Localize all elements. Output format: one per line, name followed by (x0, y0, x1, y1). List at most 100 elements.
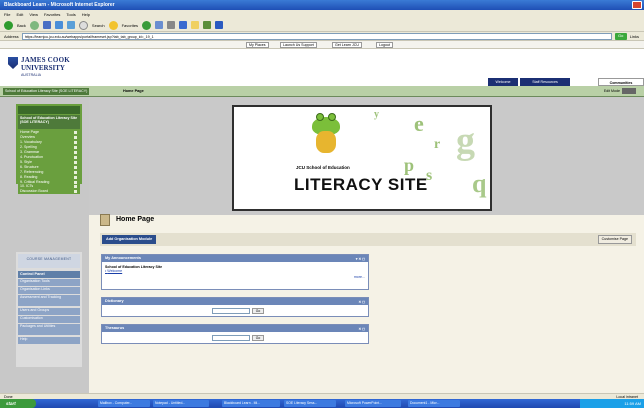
breadcrumb-course[interactable]: School of Education Literacy Site (SOE L… (3, 88, 90, 95)
menu-favorites[interactable]: Favorites (44, 12, 60, 17)
item-icon (74, 176, 77, 179)
go-button[interactable]: Go (614, 32, 627, 40)
tab-staff-resources[interactable]: Staff Resources (520, 78, 570, 86)
module-header: My Announcements ▾ ✕ ◻ (102, 255, 368, 262)
folder-icon[interactable] (191, 21, 200, 29)
taskbar-item[interactable]: Notepad - Untitled... (153, 400, 209, 407)
sidebar-item-label: 4. Punctuation (20, 155, 43, 159)
dictionary-input[interactable] (212, 308, 250, 314)
frog-body-icon (316, 131, 336, 153)
close-window-button[interactable] (632, 1, 642, 9)
forward-arrow-icon[interactable] (29, 20, 39, 30)
literacy-banner: e r p s g q y JCU School of Education LI… (232, 105, 492, 211)
item-icon (74, 161, 77, 164)
item-icon (74, 146, 77, 149)
taskbar-item[interactable]: Mailbox - Computer... (98, 400, 150, 407)
taskbar-item[interactable]: SOE Literacy Sess... (284, 400, 336, 407)
sidebar-item-label: Home Page (20, 130, 39, 134)
menu-file[interactable]: File (4, 12, 10, 17)
course-menu-title[interactable]: School of Education Literacy Site (SOE L… (18, 115, 80, 129)
control-panel-menu: COURSE MANAGEMENT Control Panel Organisa… (16, 252, 82, 367)
user-links-bar: My Places Launch Us Support Get Learn JC… (0, 41, 644, 49)
thesaurus-module: Thesaurus ✕ ◻ Go (101, 324, 369, 344)
history-icon[interactable] (142, 20, 152, 30)
my-places-link[interactable]: My Places (246, 42, 269, 48)
taskbar-item[interactable]: Microsoft PowerPoint... (345, 400, 401, 407)
taskbar-item[interactable]: Document1 - Micr... (408, 400, 460, 407)
print-icon[interactable] (167, 21, 176, 29)
mail-icon[interactable] (155, 21, 164, 29)
taskbar: start Mailbox - Computer... Notepad - Un… (0, 399, 644, 408)
menu-tools[interactable]: Tools (66, 12, 75, 17)
favorites-star-icon[interactable] (108, 20, 118, 30)
jcu-logo[interactable]: JAMES COOK UNIVERSITY AUSTRALIA (8, 55, 70, 81)
sidebar-item-label: Discussion Board (20, 189, 48, 193)
search-icon[interactable] (78, 20, 88, 30)
search-label[interactable]: Search (92, 23, 105, 28)
back-arrow-icon[interactable] (4, 20, 13, 30)
refresh-icon[interactable] (54, 21, 63, 29)
cp-item-customisation[interactable]: Customisation (18, 316, 80, 324)
cp-item-users-groups[interactable]: Users and Groups (18, 308, 80, 316)
back-label[interactable]: Back (17, 23, 26, 28)
course-management-heading: COURSE MANAGEMENT (18, 254, 80, 268)
menu-bar: File Edit View Favorites Tools Help (0, 10, 644, 19)
decor-letter-icon: g (456, 120, 475, 162)
announcement-link[interactable]: Welcome (107, 269, 122, 273)
start-button[interactable]: start (0, 399, 36, 408)
sidebar-item-label: 5. Style (20, 160, 32, 164)
cp-item-organisation-links[interactable]: Organisation Links (18, 287, 80, 295)
announcements-module: My Announcements ▾ ✕ ◻ School of Educatio… (101, 254, 369, 290)
launch-support-link[interactable]: Launch Us Support (280, 42, 317, 48)
item-icon (74, 190, 77, 193)
module-title: Dictionary (105, 299, 124, 303)
address-input[interactable]: https://learnjcu.jcu.edu.au/webapps/port… (21, 32, 612, 40)
tab-communities[interactable]: Communities (598, 78, 644, 86)
logout-link[interactable]: Logout (376, 42, 393, 48)
university-name-line1: JAMES COOK (21, 56, 70, 64)
bluetooth-icon[interactable] (215, 21, 224, 29)
toggle-switch-icon[interactable] (622, 88, 636, 95)
crest-icon (8, 57, 18, 69)
course-menu-toolbar[interactable] (18, 106, 80, 114)
module-body: Go (102, 332, 368, 341)
home-icon[interactable] (66, 21, 75, 29)
announcement-item[interactable]: • Welcome (105, 269, 365, 273)
taskbar-item[interactable]: Blackboard Learn - Mi... (222, 400, 280, 407)
university-name-line3: AUSTRALIA (21, 73, 41, 77)
cp-item-assessment[interactable]: Assessment and Tracking (18, 295, 80, 307)
messenger-icon[interactable] (203, 21, 212, 29)
cp-item-organisation-tools[interactable]: Organisation Tools (18, 279, 80, 287)
thesaurus-go-button[interactable]: Go (252, 335, 264, 341)
dictionary-go-button[interactable]: Go (252, 308, 264, 314)
book-icon (100, 214, 110, 226)
sidebar-item-discussion-board[interactable]: Discussion Board (18, 189, 80, 194)
cp-item-help[interactable]: Help (18, 337, 80, 345)
sidebar-item-label: 2. Spelling (20, 145, 37, 149)
item-icon (74, 136, 77, 139)
menu-help[interactable]: Help (82, 12, 90, 17)
favorites-label[interactable]: Favorites (122, 23, 138, 28)
clock: 11:59 AM (624, 401, 641, 406)
menu-view[interactable]: View (29, 12, 38, 17)
links-label[interactable]: Links (630, 34, 639, 39)
stop-icon[interactable] (42, 21, 51, 29)
page-title: Home Page (116, 216, 155, 223)
tab-welcome[interactable]: Welcome (488, 78, 518, 86)
edit-mode-toggle[interactable]: Edit Mode (604, 88, 636, 95)
cp-item-packages[interactable]: Packages and Utilities (18, 324, 80, 336)
more-link[interactable]: more... (105, 275, 365, 279)
edit-icon[interactable] (179, 21, 188, 29)
address-label: Address (4, 33, 19, 39)
decor-letter-icon: p (404, 155, 415, 175)
control-panel-heading[interactable]: Control Panel (18, 271, 80, 278)
menu-edit[interactable]: Edit (16, 12, 23, 17)
add-module-button[interactable]: Add Organisation Module (102, 235, 157, 244)
sidebar-item-label: 8. Reading (20, 175, 38, 179)
thesaurus-input[interactable] (212, 335, 250, 341)
customise-page-button[interactable]: Customise Page (597, 235, 632, 244)
get-learnjcu-link[interactable]: Get Learn JCU (332, 42, 362, 48)
item-icon (74, 141, 77, 144)
item-icon (74, 166, 77, 169)
window-title-bar: Blackboard Learn - Microsoft Internet Ex… (0, 0, 644, 10)
